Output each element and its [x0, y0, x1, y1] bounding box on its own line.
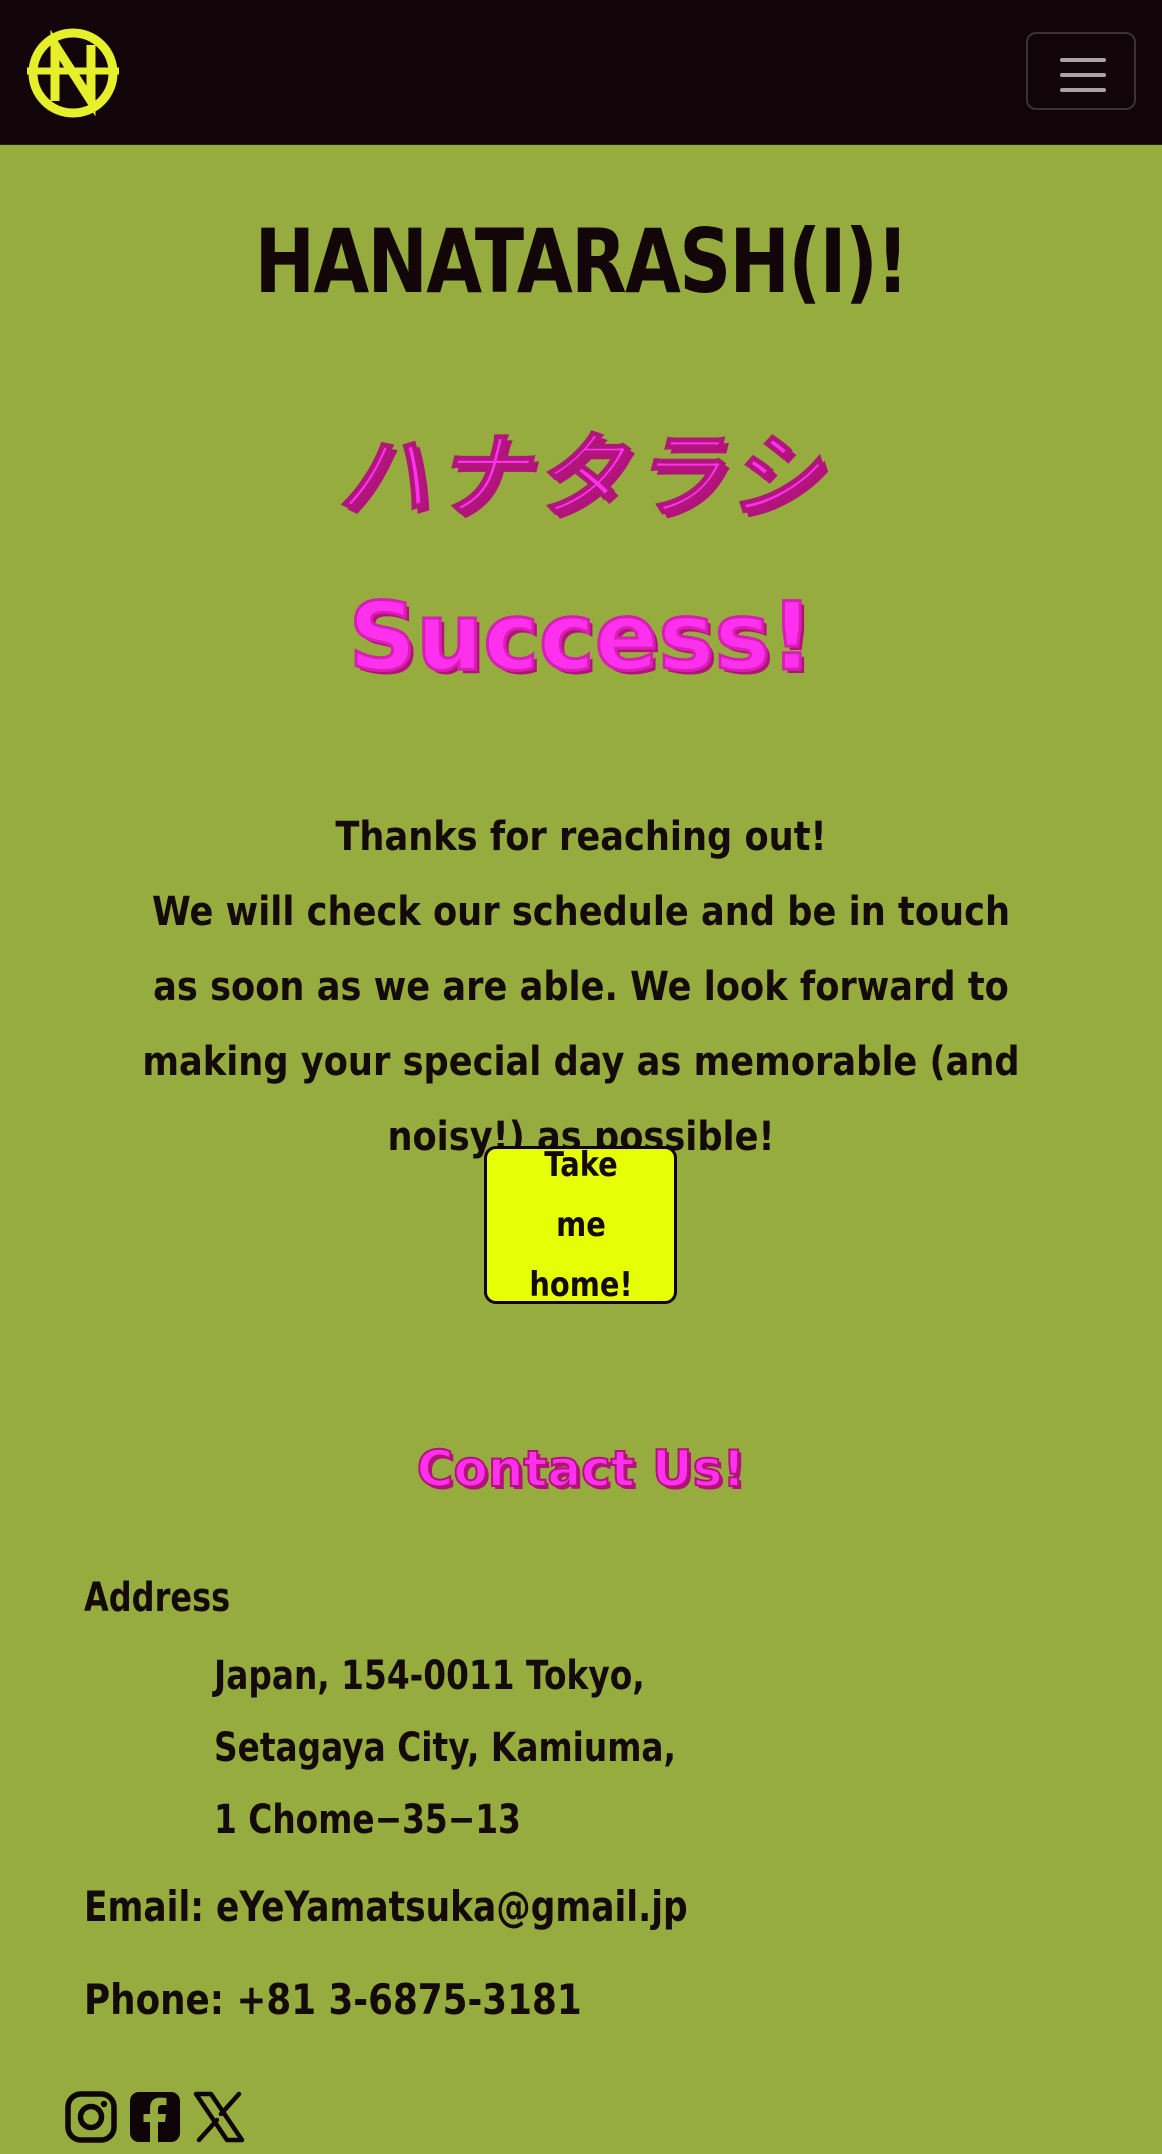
email-text: Email: eYeYamatsuka@gmail.jp: [84, 1882, 688, 1931]
followup-text: We will check our schedule and be in tou…: [142, 889, 1020, 1160]
address-block: Japan, 154-0011 Tokyo, Setagaya City, Ka…: [214, 1640, 676, 1856]
home-logo-link[interactable]: [25, 25, 121, 121]
take-me-home-label: Take me home!: [528, 1145, 633, 1305]
japanese-title: ハナタラシ: [336, 422, 826, 531]
navbar: [0, 0, 1162, 145]
address-line: Japan, 154-0011 Tokyo,: [214, 1653, 645, 1699]
hamburger-menu-icon: [1060, 58, 1106, 103]
take-me-home-button[interactable]: Take me home!: [484, 1145, 677, 1305]
contact-heading: Contact Us!: [416, 1439, 746, 1499]
success-heading: Success!: [347, 582, 815, 694]
instagram-link[interactable]: [64, 2090, 118, 2144]
address-line: Setagaya City, Kamiuma,: [214, 1725, 677, 1771]
thanks-line: Thanks for reaching out!: [335, 814, 827, 860]
confirmation-message: Thanks for reaching out! We will check o…: [140, 800, 1022, 1175]
navbar-toggle-button[interactable]: [1026, 32, 1136, 110]
address-line: 1 Chome−35−13: [214, 1797, 521, 1843]
facebook-link[interactable]: [128, 2090, 182, 2144]
x-twitter-icon: [193, 2091, 245, 2143]
hanatarashi-logo-icon: [27, 28, 119, 118]
phone-text: Phone: +81 3-6875-3181: [84, 1975, 582, 2024]
page-title: HANATARASH(I)!: [254, 210, 910, 313]
facebook-icon: [130, 2092, 180, 2142]
instagram-icon: [65, 2091, 117, 2143]
social-links: [64, 2090, 246, 2144]
address-label: Address: [84, 1575, 231, 1621]
x-twitter-link[interactable]: [192, 2090, 246, 2144]
